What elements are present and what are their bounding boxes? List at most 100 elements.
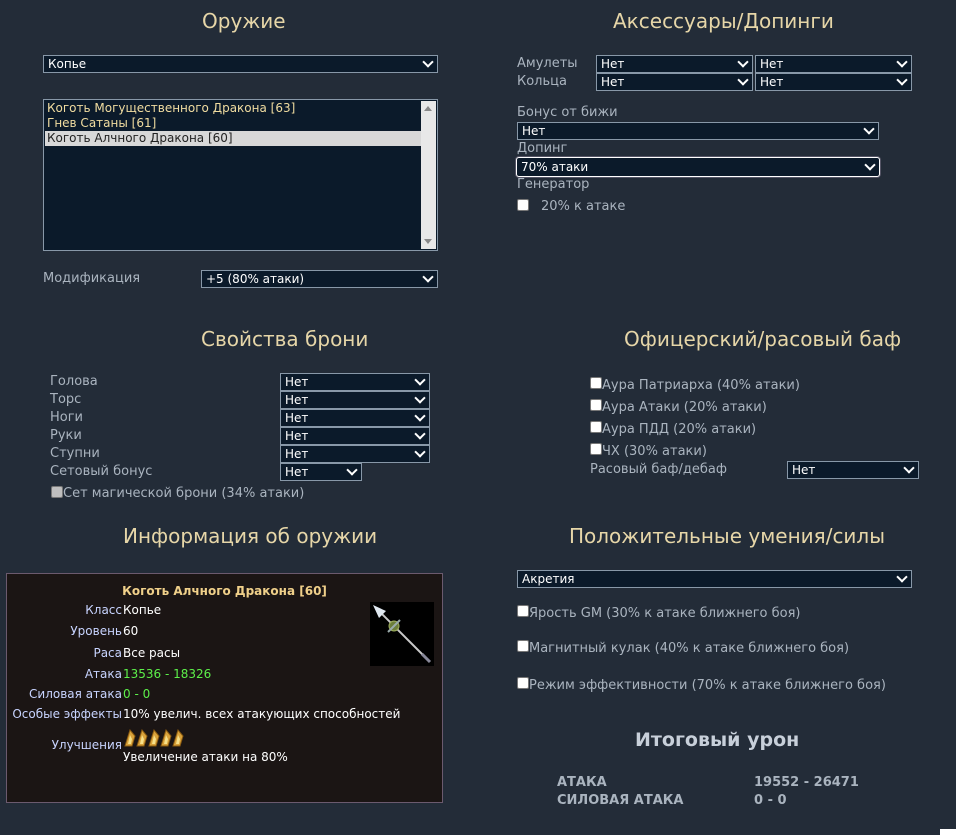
- armor-hands-value: Нет: [285, 429, 309, 443]
- list-scrollbar[interactable]: [421, 101, 436, 249]
- weapon-info-card: Коготь Алчного Дракона [60] Класс Копье …: [6, 573, 443, 803]
- generator-checkbox[interactable]: [517, 199, 529, 211]
- race-select[interactable]: Нет: [787, 461, 919, 479]
- weapon-list-item-selected[interactable]: Коготь Алчного Дракона [60]: [45, 131, 423, 146]
- scroll-down-icon[interactable]: [424, 239, 432, 244]
- info-value: Все расы: [123, 646, 181, 660]
- jewel-value: Нет: [522, 124, 546, 138]
- officer-checkbox[interactable]: [590, 421, 602, 433]
- skill-checkbox[interactable]: [517, 605, 529, 617]
- armor-feet-value: Нет: [285, 447, 309, 461]
- doping-select[interactable]: 70% атаки: [516, 157, 880, 177]
- armor-set-select[interactable]: Нет: [280, 463, 362, 481]
- info-key: Раса: [93, 646, 122, 660]
- chevron-down-icon: [903, 462, 915, 474]
- ring1-value: Нет: [601, 75, 625, 89]
- mod-label: Модификация: [43, 271, 141, 286]
- chevron-down-icon: [414, 392, 426, 404]
- ring2-value: Нет: [760, 75, 784, 89]
- armor-row-label: Торс: [50, 392, 82, 407]
- chevron-down-icon: [414, 410, 426, 422]
- chevron-down-icon: [863, 123, 875, 135]
- chevron-down-icon: [414, 374, 426, 386]
- info-value-attack: 13536 - 18326: [123, 667, 212, 681]
- skills-value: Акретия: [522, 572, 575, 586]
- chevron-down-icon: [422, 271, 434, 283]
- page-corner: [940, 829, 956, 835]
- upgrade-flame-icon: [135, 728, 148, 748]
- total-heading: Итоговый урон: [635, 729, 800, 751]
- skills-select[interactable]: Акретия: [517, 570, 912, 588]
- ring1-select[interactable]: Нет: [596, 73, 753, 91]
- armor-row-label: Голова: [50, 374, 98, 389]
- amulets-label: Амулеты: [517, 56, 578, 71]
- upgrade-icons: [123, 728, 193, 750]
- amulet2-value: Нет: [760, 57, 784, 71]
- ring2-select[interactable]: Нет: [755, 73, 912, 91]
- info-value-power: 0 - 0: [123, 687, 151, 701]
- info-key: Класс: [85, 603, 122, 617]
- info-key: Улучшения: [51, 738, 122, 752]
- weapon-list-item[interactable]: Коготь Могущественного Дракона [63]: [45, 101, 423, 116]
- rings-label: Кольца: [517, 74, 567, 89]
- amulet2-select[interactable]: Нет: [755, 55, 912, 73]
- armor-set-value: Нет: [285, 465, 309, 479]
- info-key: Особые эффекты: [12, 707, 122, 721]
- officer-checkbox[interactable]: [590, 399, 602, 411]
- total-attack-value: 19552 - 26471: [754, 775, 859, 790]
- mod-select[interactable]: +5 (80% атаки): [201, 270, 438, 288]
- armor-head-select[interactable]: Нет: [280, 373, 430, 391]
- weapon-list-item[interactable]: Гнев Сатаны [61]: [45, 116, 423, 131]
- armor-torso-select[interactable]: Нет: [280, 391, 430, 409]
- spear-icon: [370, 602, 434, 666]
- amulet1-select[interactable]: Нет: [596, 55, 753, 73]
- armor-head-value: Нет: [285, 375, 309, 389]
- armor-row-label: Ступни: [50, 446, 100, 461]
- chevron-down-icon: [414, 446, 426, 458]
- chevron-down-icon: [346, 464, 358, 476]
- skill-checkbox[interactable]: [517, 677, 529, 689]
- armor-row-label: Руки: [50, 428, 82, 443]
- armor-row-label: Ноги: [50, 410, 84, 425]
- doping-value: 70% атаки: [521, 160, 589, 174]
- officer-checkbox-label: Аура ПДД (20% атаки): [602, 422, 757, 437]
- upgrade-text: Увеличение атаки на 80%: [123, 750, 288, 764]
- officer-checkbox-label: Аура Атаки (20% атаки): [602, 400, 767, 415]
- chevron-down-icon: [896, 56, 908, 68]
- generator-label: Генератор: [517, 177, 590, 192]
- officer-heading: Офицерский/расовый баф: [624, 327, 902, 351]
- armor-hands-select[interactable]: Нет: [280, 427, 430, 445]
- magic-set-label: Сет магической брони (34% атаки): [63, 486, 305, 501]
- chevron-down-icon: [422, 56, 434, 68]
- weapon-heading: Оружие: [202, 9, 286, 33]
- weapon-info-title: Коготь Алчного Дракона [60]: [122, 584, 327, 598]
- total-power-value: 0 - 0: [754, 793, 787, 808]
- total-power-label: СИЛОВАЯ АТАКА: [557, 793, 684, 808]
- officer-checkbox[interactable]: [590, 443, 602, 455]
- armor-feet-select[interactable]: Нет: [280, 445, 430, 463]
- race-value: Нет: [792, 463, 816, 477]
- jewel-select[interactable]: Нет: [517, 122, 879, 140]
- officer-checkbox[interactable]: [590, 377, 602, 389]
- chevron-down-icon: [737, 74, 749, 86]
- skill-checkbox[interactable]: [517, 640, 529, 652]
- info-value: 60: [123, 624, 139, 638]
- chevron-down-icon: [864, 159, 876, 171]
- chevron-down-icon: [737, 56, 749, 68]
- skill-checkbox-label: Режим эффективности (70% к атаке ближнег…: [529, 678, 886, 693]
- magic-set-checkbox[interactable]: [51, 486, 63, 498]
- chevron-down-icon: [896, 571, 908, 583]
- chevron-down-icon: [896, 74, 908, 86]
- weapon-type-select[interactable]: Копье: [43, 55, 438, 73]
- weapon-list[interactable]: Коготь Могущественного Дракона [63] Гнев…: [43, 99, 438, 251]
- info-key: Уровень: [70, 624, 122, 638]
- upgrade-flame-icon: [159, 728, 172, 748]
- scroll-up-icon[interactable]: [424, 106, 432, 111]
- info-key: Атака: [84, 667, 122, 681]
- skill-checkbox-label: Магнитный кулак (40% к атаке ближнего бо…: [529, 641, 850, 656]
- armor-legs-select[interactable]: Нет: [280, 409, 430, 427]
- info-value: 10% увелич. всех атакующих способностей: [123, 707, 401, 721]
- armor-legs-value: Нет: [285, 411, 309, 425]
- acc-heading: Аксессуары/Допинги: [613, 9, 834, 33]
- armor-torso-value: Нет: [285, 393, 309, 407]
